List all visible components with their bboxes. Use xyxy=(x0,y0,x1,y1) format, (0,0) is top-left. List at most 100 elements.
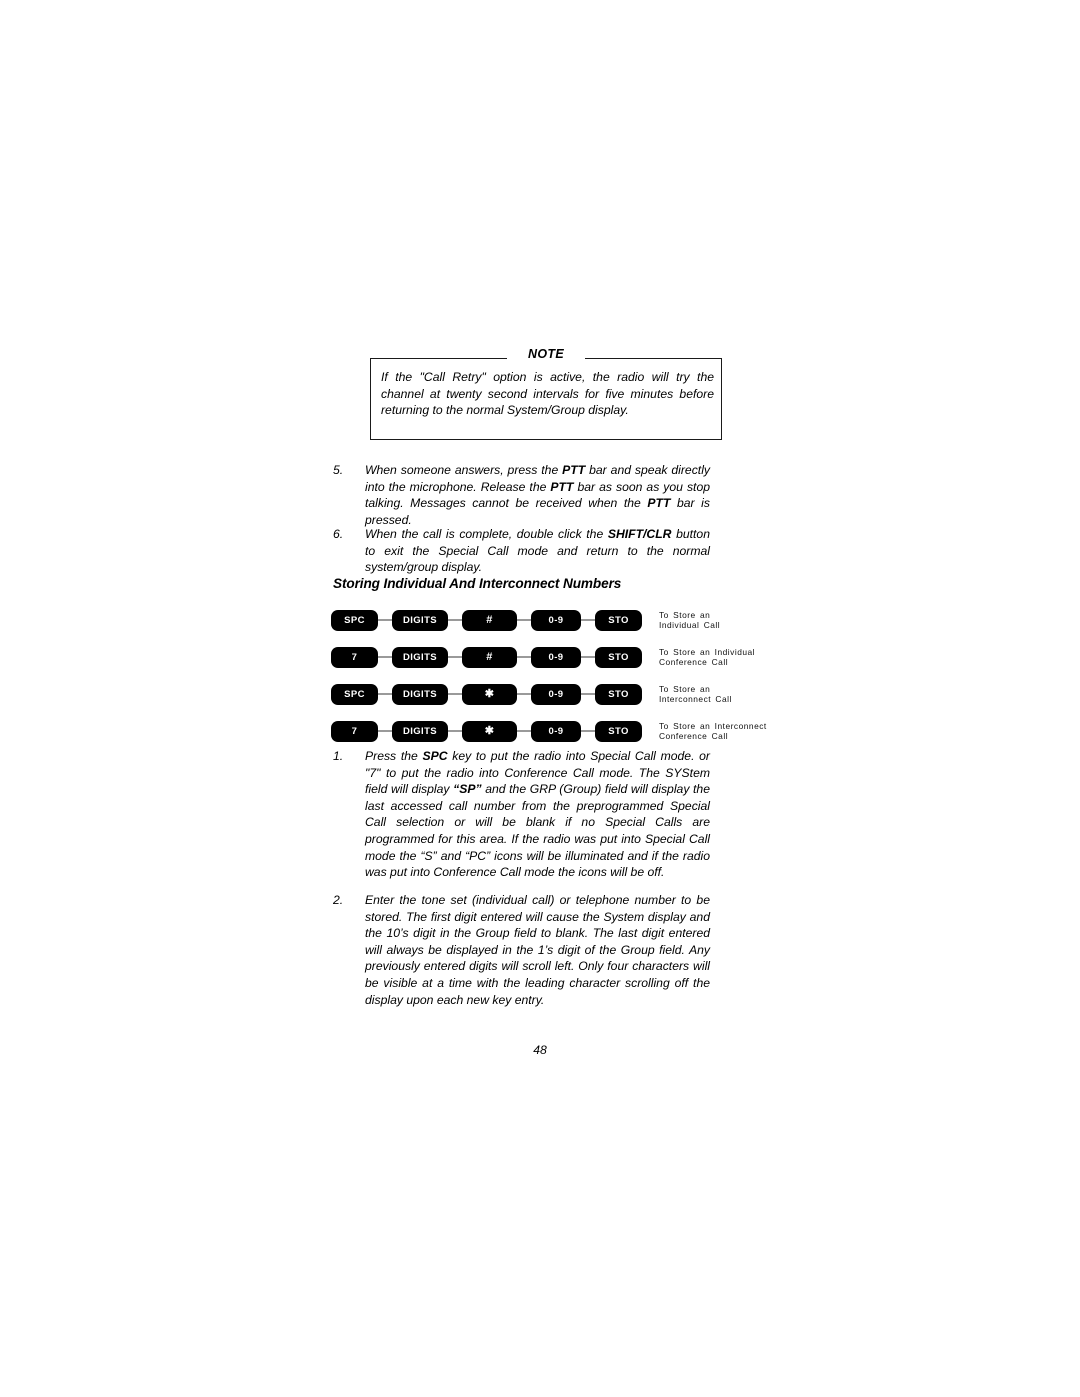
section-heading: Storing Individual And Interconnect Numb… xyxy=(333,576,622,591)
page-number: 48 xyxy=(533,1043,547,1057)
step-number: 6. xyxy=(333,527,344,541)
key-connector-line xyxy=(517,693,531,695)
key-connector-line xyxy=(448,730,462,732)
radio-key-: ✱ xyxy=(462,720,517,742)
key-label: DIGITS xyxy=(402,614,438,626)
step-text: When the call is complete, double click … xyxy=(365,526,710,576)
key-label: 7 xyxy=(351,725,358,737)
body-text: When the call is complete, double click … xyxy=(365,527,608,541)
key-sequence-description: To Store an Individual Call xyxy=(659,610,731,631)
step-number: 1. xyxy=(333,749,344,763)
key-sequence-row: SPC DIGITS ✱ 0-9 STO To Store an Interconnect … xyxy=(331,682,731,706)
key-connector-line xyxy=(378,656,392,658)
list-item-step-6: 6. When the call is complete, double cli… xyxy=(333,526,713,576)
step-text: Press the SPC key to put the radio into … xyxy=(365,748,710,881)
emphasis-text: SHIFT/CLR xyxy=(607,527,672,541)
radio-key-sto: STO xyxy=(595,683,642,705)
key-label: # xyxy=(486,613,493,626)
key-label: DIGITS xyxy=(402,651,438,663)
step-text: When someone answers, press the PTT bar … xyxy=(365,462,710,528)
description-line: Interconnect Call xyxy=(659,694,732,704)
step-number: 5. xyxy=(333,463,344,477)
key-label: SPC xyxy=(344,688,365,700)
step-text: Enter the tone set (individual call) or … xyxy=(365,892,710,1008)
radio-key-: # xyxy=(462,646,517,668)
body-text: and the GRP (Group) field will display t… xyxy=(365,782,710,880)
key-sequence-diagram: SPC DIGITS #0-9 STO To Store an Individual Ca… xyxy=(331,608,766,756)
key-connector-line xyxy=(517,619,531,621)
radio-key-sto: STO xyxy=(595,646,642,668)
radio-key-7: 7 xyxy=(331,646,378,668)
key-connector-line xyxy=(581,619,595,621)
key-sequence-description: To Store an Interconnect Conference Call xyxy=(659,721,767,742)
radio-key-0-9: 0-9 xyxy=(531,609,581,631)
description-line: Conference Call xyxy=(659,731,729,741)
radio-key-spc: SPC xyxy=(331,683,378,705)
key-connector-line xyxy=(448,619,462,621)
radio-key-digits: DIGITS xyxy=(392,720,448,742)
radio-key-0-9: 0-9 xyxy=(531,646,581,668)
key-label: STO xyxy=(608,725,629,737)
note-body-text: If the "Call Retry" option is active, th… xyxy=(381,370,714,418)
key-label: SPC xyxy=(344,614,365,626)
radio-key-0-9: 0-9 xyxy=(531,683,581,705)
radio-key-sto: STO xyxy=(595,609,642,631)
key-connector-line xyxy=(378,693,392,695)
emphasis-text: SPC xyxy=(422,749,448,763)
list-item-step-1: 1. Press the SPC key to put the radio in… xyxy=(333,748,713,881)
key-connector-line xyxy=(448,693,462,695)
description-line: Individual Call xyxy=(659,620,721,630)
key-label: ✱ xyxy=(484,687,495,700)
radio-key-digits: DIGITS xyxy=(392,609,448,631)
body-text: Enter the tone set (individual call) or … xyxy=(365,893,710,1007)
key-label: 0-9 xyxy=(548,725,564,737)
key-connector-line xyxy=(448,656,462,658)
key-connector-line xyxy=(378,730,392,732)
key-sequence-row: 7 DIGITS ✱ 0-9 STO To Store an Interconnect Co… xyxy=(331,719,766,743)
document-page: NOTE If the "Call Retry" option is activ… xyxy=(0,0,1080,1397)
description-line: To Store an xyxy=(659,683,711,694)
radio-key-digits: DIGITS xyxy=(392,646,448,668)
list-item-step-2: 2. Enter the tone set (individual call) … xyxy=(333,892,713,1008)
key-label: STO xyxy=(608,614,629,626)
key-connector-line xyxy=(378,619,392,621)
radio-key-digits: DIGITS xyxy=(392,683,448,705)
radio-key-: # xyxy=(462,609,517,631)
key-label: 7 xyxy=(351,651,358,663)
key-connector-line xyxy=(517,730,531,732)
description-line: To Store an Individual xyxy=(659,646,756,657)
emphasis-text: PTT xyxy=(647,496,671,511)
step-number: 2. xyxy=(333,893,344,907)
key-label: 0-9 xyxy=(548,651,564,663)
key-sequence-description: To Store an Individual Conference Call xyxy=(659,647,755,668)
key-label: STO xyxy=(608,688,629,700)
key-connector-line xyxy=(517,656,531,658)
radio-key-7: 7 xyxy=(331,720,378,742)
key-connector-line xyxy=(581,693,595,695)
key-connector-line xyxy=(581,730,595,732)
key-label: 0-9 xyxy=(548,688,564,700)
description-line: Conference Call xyxy=(659,657,729,667)
key-label: # xyxy=(486,650,493,663)
key-label: DIGITS xyxy=(402,725,438,737)
radio-key-0-9: 0-9 xyxy=(531,720,581,742)
body-text: When someone answers, press the xyxy=(365,463,563,477)
radio-key-sto: STO xyxy=(595,720,642,742)
body-text: Press the xyxy=(365,749,423,763)
description-line: To Store an xyxy=(659,609,711,620)
description-line: To Store an Interconnect xyxy=(659,720,767,731)
key-sequence-description: To Store an Interconnect Call xyxy=(659,684,732,705)
key-sequence-row: 7 DIGITS #0-9 STO To Store an Individual Conf… xyxy=(331,645,755,669)
list-item-step-5: 5. When someone answers, press the PTT b… xyxy=(333,462,713,528)
key-sequence-row: SPC DIGITS #0-9 STO To Store an Individual Ca… xyxy=(331,608,731,632)
emphasis-text: “SP” xyxy=(453,782,482,797)
key-label: DIGITS xyxy=(402,688,438,700)
radio-key-spc: SPC xyxy=(331,609,378,631)
key-label: 0-9 xyxy=(548,614,564,626)
key-connector-line xyxy=(581,656,595,658)
key-label: STO xyxy=(608,651,629,663)
emphasis-text: PTT xyxy=(562,463,586,477)
radio-key-: ✱ xyxy=(462,683,517,705)
key-label: ✱ xyxy=(484,724,495,737)
emphasis-text: PTT xyxy=(550,479,574,494)
